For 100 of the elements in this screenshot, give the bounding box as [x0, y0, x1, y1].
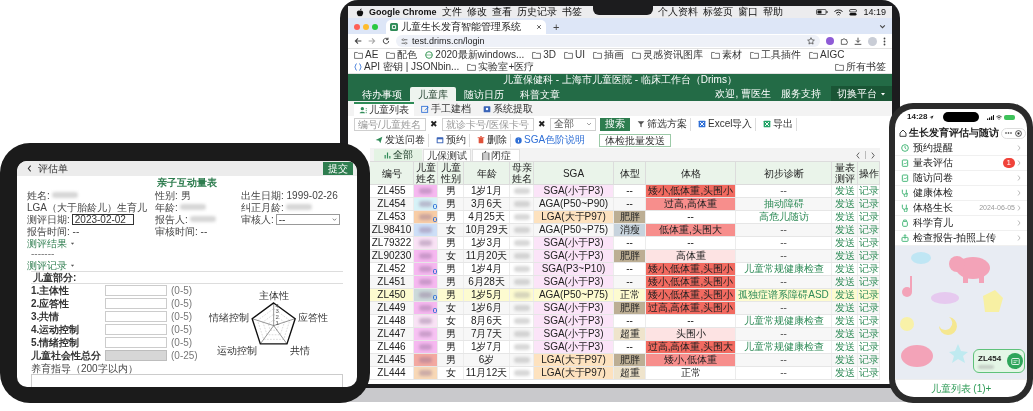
record-link[interactable]: 记录 — [858, 315, 880, 327]
chevron-down-icon[interactable] — [879, 23, 886, 30]
send-link[interactable]: 发送 — [832, 237, 858, 249]
send-link[interactable]: 发送 — [832, 276, 858, 288]
patient-card[interactable]: ZL454 — [973, 349, 1025, 373]
menu-item[interactable]: 历史记录 — [516, 6, 557, 18]
sga-help-link[interactable]: SGA色阶说明 — [515, 134, 586, 146]
menu-item[interactable]: 科学育儿 — [895, 216, 1027, 231]
download-icon[interactable] — [854, 37, 862, 45]
toolbar-button[interactable]: 预约 — [433, 133, 470, 147]
toolbar-button[interactable]: 发送问卷 — [372, 133, 429, 147]
bookmark-link[interactable]: AIGC — [809, 49, 845, 61]
child-list-tab[interactable]: 儿童列表 (1)+ — [895, 379, 1027, 397]
menu-item[interactable]: 窗口 — [737, 6, 758, 18]
bookmark-link[interactable]: 灵感资讯图库 — [632, 49, 704, 61]
send-link[interactable]: 发送 — [832, 341, 858, 353]
sub-tab[interactable]: 手工建档 — [416, 102, 476, 116]
bookmark-link[interactable]: 3D — [532, 49, 557, 61]
reload-icon[interactable] — [382, 37, 390, 45]
score-field[interactable] — [105, 337, 167, 348]
toolbar-button[interactable]: 筛选方案 — [634, 117, 691, 131]
back-chevron-icon[interactable] — [27, 165, 32, 172]
menu-item[interactable]: 健康体检 — [895, 186, 1027, 201]
toolbar-button[interactable]: 删除 — [474, 133, 511, 147]
bookmark-link[interactable]: AE — [354, 49, 379, 61]
send-link[interactable]: 发送 — [832, 367, 858, 379]
menu-item[interactable]: 随访问卷 — [895, 171, 1027, 186]
more-options-icon[interactable] — [883, 36, 886, 46]
send-link[interactable]: 发送 — [832, 302, 858, 314]
clear-button[interactable]: ✖ — [430, 119, 438, 129]
send-link[interactable]: 发送 — [832, 315, 858, 327]
table-row[interactable]: ZL446 男 1岁7月 SGA(小于P3) -- 过高,高体重,头围大 儿童常规健康检查 发送 记录 — [370, 341, 880, 354]
record-link[interactable]: 记录 — [858, 276, 880, 288]
switch-platform-button[interactable]: 切换平台 — [831, 86, 892, 101]
app-menu[interactable]: Google Chrome — [369, 6, 437, 18]
bookmark-link[interactable]: UI — [564, 49, 586, 61]
close-icon[interactable] — [536, 24, 542, 30]
record-link[interactable]: 记录 — [858, 250, 880, 262]
bookmark-link[interactable]: 工具插件 — [750, 49, 802, 61]
table-row[interactable]: ZL444 女 11月12天 LGA(大于P97) 超重 正常 -- 发送 记录 — [370, 367, 880, 380]
search-field[interactable]: 就诊卡号/医保卡号 — [442, 117, 534, 131]
score-field[interactable] — [105, 285, 167, 296]
date-field[interactable]: 2023-02-02 — [71, 213, 134, 225]
close-window-button[interactable] — [354, 24, 360, 30]
score-field[interactable] — [105, 324, 167, 335]
record-link[interactable]: 记录 — [858, 211, 880, 223]
toolbar-button[interactable]: Excel导入 — [695, 117, 757, 131]
toolbar-button[interactable]: 导出 — [760, 117, 798, 131]
nav-tab[interactable]: 随访日历 — [456, 87, 512, 101]
menu-item[interactable]: 查看 — [491, 6, 512, 18]
bookmark-link[interactable]: 插画 — [593, 49, 625, 61]
score-field[interactable] — [105, 311, 167, 322]
record-link[interactable]: 记录 — [858, 328, 880, 340]
menu-item[interactable]: 预约提醒 — [895, 141, 1027, 156]
bookmark-link[interactable]: 2020最新windows... — [425, 49, 525, 61]
send-link[interactable]: 发送 — [832, 289, 858, 301]
nav-tab[interactable]: 儿童库 — [410, 87, 456, 101]
section-toggle[interactable]: 测评记录 — [27, 260, 75, 271]
send-link[interactable]: 发送 — [832, 224, 858, 236]
table-row[interactable]: ZL447 男 7月7天 SGA(小于P3) 超重 头围小 -- 发送 记录 — [370, 328, 880, 341]
menu-item[interactable]: 修改 — [466, 6, 487, 18]
bookmark-link[interactable]: 配色 — [386, 49, 418, 61]
star-icon[interactable] — [807, 37, 815, 45]
chevron-right-icon[interactable] — [870, 151, 876, 159]
record-link[interactable]: 记录 — [858, 367, 880, 379]
card-button[interactable] — [1007, 353, 1023, 369]
send-link[interactable]: 发送 — [832, 263, 858, 275]
support-link[interactable]: 服务支持 — [781, 87, 821, 100]
clear-button[interactable]: ✖ — [538, 119, 546, 129]
send-link[interactable]: 发送 — [832, 211, 858, 223]
record-link[interactable]: 记录 — [858, 302, 880, 314]
bookmark-link[interactable]: API 密钥 | JSONbin... — [354, 61, 460, 73]
bookmark-link[interactable]: 素材 — [711, 49, 743, 61]
send-link[interactable]: 发送 — [832, 354, 858, 366]
address-bar[interactable]: test.drims.cn/login — [396, 35, 820, 47]
sub-tab[interactable]: 系统提取 — [478, 102, 538, 116]
record-link[interactable]: 记录 — [858, 341, 880, 353]
menu-item[interactable]: 个人资料 — [657, 6, 698, 18]
record-link[interactable]: 记录 — [858, 354, 880, 366]
bookmark-link[interactable]: 实验室+医疗 — [467, 61, 535, 73]
table-row[interactable]: ZL450 男 1岁5月 AGA(P50~P75) 正常 矮小,低体重,头围小 孤独症谱系障碍ASD 发送 记录 — [370, 289, 880, 302]
filter-tab[interactable]: 儿保测试 — [423, 149, 471, 161]
puzzle-icon[interactable] — [840, 37, 848, 45]
reviewer-dropdown[interactable]: -- — [275, 213, 340, 225]
menu-item[interactable]: 文件 — [441, 6, 462, 18]
record-link[interactable]: 记录 — [858, 185, 880, 197]
record-link[interactable]: 记录 — [858, 289, 880, 301]
table-row[interactable]: ZL98410 女 10月29天 AGA(P50~P75) 消瘦 低体重,头围大 -- 发送 记录 — [370, 224, 880, 237]
submit-button[interactable]: 提交 — [323, 162, 353, 175]
filter-tab[interactable]: 全部 — [374, 149, 422, 161]
back-arrow-icon[interactable] — [354, 37, 362, 45]
table-row[interactable]: ZL448 女 8月6天 SGA(小于P3) -- -- 儿童常规健康检查 发送 记录 — [370, 315, 880, 328]
sub-tab[interactable]: 儿童列表 — [354, 102, 414, 116]
batch-send-button[interactable]: 体检批量发送 — [599, 133, 672, 147]
browser-tab[interactable]: 儿童生长发育智能管理系统 — [386, 20, 546, 34]
chevron-left-icon[interactable] — [855, 151, 861, 159]
table-row[interactable]: ZL455 男 1岁1月 SGA(小于P3) -- 矮小,低体重,头围小 -- 发送 记录 — [370, 185, 880, 198]
record-link[interactable]: 记录 — [858, 224, 880, 236]
table-row[interactable]: ZL79322 男 1岁3月 SGA(小于P3) -- -- -- 发送 记录 — [370, 237, 880, 250]
send-link[interactable]: 发送 — [832, 185, 858, 197]
